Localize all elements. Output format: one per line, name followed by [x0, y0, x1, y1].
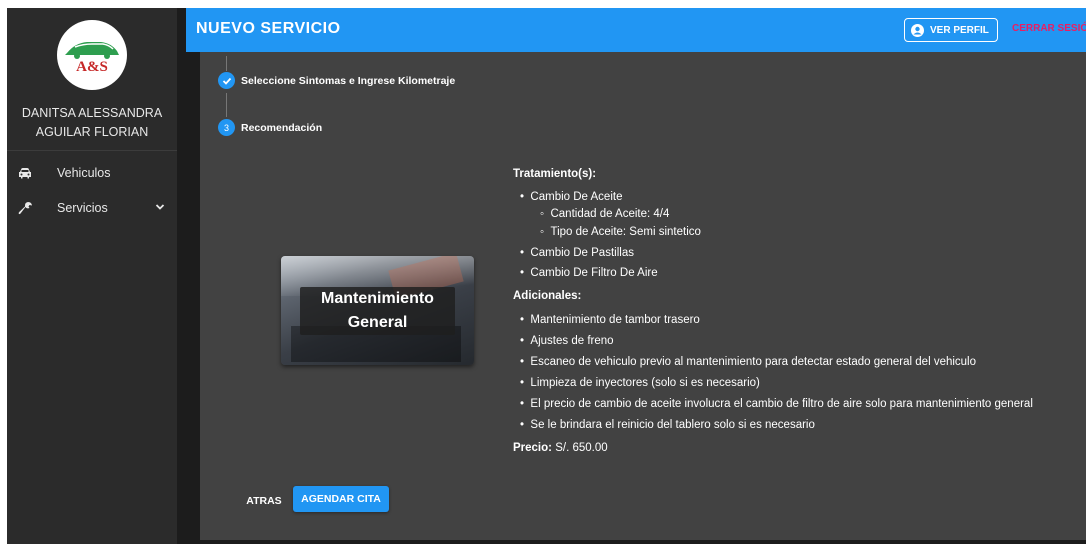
- step-3-indicator: 3: [218, 119, 235, 136]
- list-subitem: ◦ Tipo de Aceite: Semi sintetico: [540, 226, 701, 238]
- sidebar-item-label: Servicios: [57, 201, 108, 215]
- atras-button[interactable]: ATRAS: [244, 490, 284, 512]
- step-3-label: Recomendación: [241, 122, 323, 134]
- service-image-title: Mantenimiento General: [300, 287, 455, 335]
- car-icon: [17, 165, 33, 181]
- car-logo-icon: A&S: [65, 42, 119, 75]
- check-icon: [222, 77, 231, 85]
- sidebar-item-servicios[interactable]: Servicios: [7, 193, 177, 223]
- step-connector: [226, 93, 227, 117]
- list-item: • Mantenimiento de tambor trasero: [520, 314, 700, 326]
- price-label: Precio:: [513, 442, 552, 454]
- sidebar-edge: [177, 8, 186, 544]
- wrench-icon: [17, 200, 33, 216]
- step-completed-indicator: [218, 72, 235, 89]
- sidebar: A&S DANITSA ALESSANDRA AGUILAR FLORIAN V…: [7, 8, 177, 544]
- additionals-heading: Adicionales:: [513, 290, 582, 302]
- list-item: • Cambio De Filtro De Aire: [520, 267, 658, 279]
- price: Precio: S/. 650.00: [513, 442, 608, 454]
- service-title-line2: General: [347, 314, 408, 331]
- chevron-down-icon[interactable]: [155, 201, 165, 215]
- company-logo: A&S: [57, 20, 127, 90]
- treatments-heading: Tratamiento(s):: [513, 168, 597, 180]
- cerrar-sesion-button[interactable]: CERRAR SESIÓN: [1012, 23, 1086, 34]
- svg-text:A&S: A&S: [76, 59, 108, 75]
- list-subitem: ◦ Cantidad de Aceite: 4/4: [540, 208, 670, 220]
- sidebar-divider: [7, 150, 177, 151]
- user-name-line2: AGUILAR FLORIAN: [35, 125, 149, 139]
- step-connector: [226, 56, 227, 71]
- list-item: • Escaneo de vehiculo previo al mantenim…: [520, 356, 977, 368]
- list-item: • Cambio De Pastillas: [520, 247, 634, 259]
- list-item: • Se le brindara el reinicio del tablero…: [520, 419, 815, 431]
- list-item: • Limpieza de inyectores (solo si es nec…: [520, 377, 760, 389]
- list-item: • Ajustes de freno: [520, 335, 614, 347]
- service-title-line1: Mantenimiento: [321, 290, 434, 307]
- sidebar-item-label: Vehiculos: [57, 166, 111, 180]
- agendar-cita-button[interactable]: AGENDAR CITA: [293, 486, 389, 512]
- page-title: NUEVO SERVICIO: [196, 20, 341, 37]
- app-header: NUEVO SERVICIO VER PERFIL CERRAR SESIÓN: [186, 8, 1086, 52]
- sidebar-item-vehiculos[interactable]: Vehiculos: [7, 158, 177, 188]
- user-name-line1: DANITSA ALESSANDRA: [21, 106, 163, 120]
- list-item: • Cambio De Aceite: [520, 191, 623, 203]
- account-circle-icon: [911, 23, 924, 37]
- step-1-label: Seleccione Sintomas e Ingrese Kilometraj…: [241, 75, 456, 87]
- ver-perfil-label: VER PERFIL: [930, 24, 989, 36]
- price-value: S/. 650.00: [555, 442, 608, 454]
- user-name: DANITSA ALESSANDRA AGUILAR FLORIAN: [7, 104, 177, 142]
- list-item: • El precio de cambio de aceite involucr…: [520, 398, 1033, 410]
- ver-perfil-button[interactable]: VER PERFIL: [904, 18, 998, 42]
